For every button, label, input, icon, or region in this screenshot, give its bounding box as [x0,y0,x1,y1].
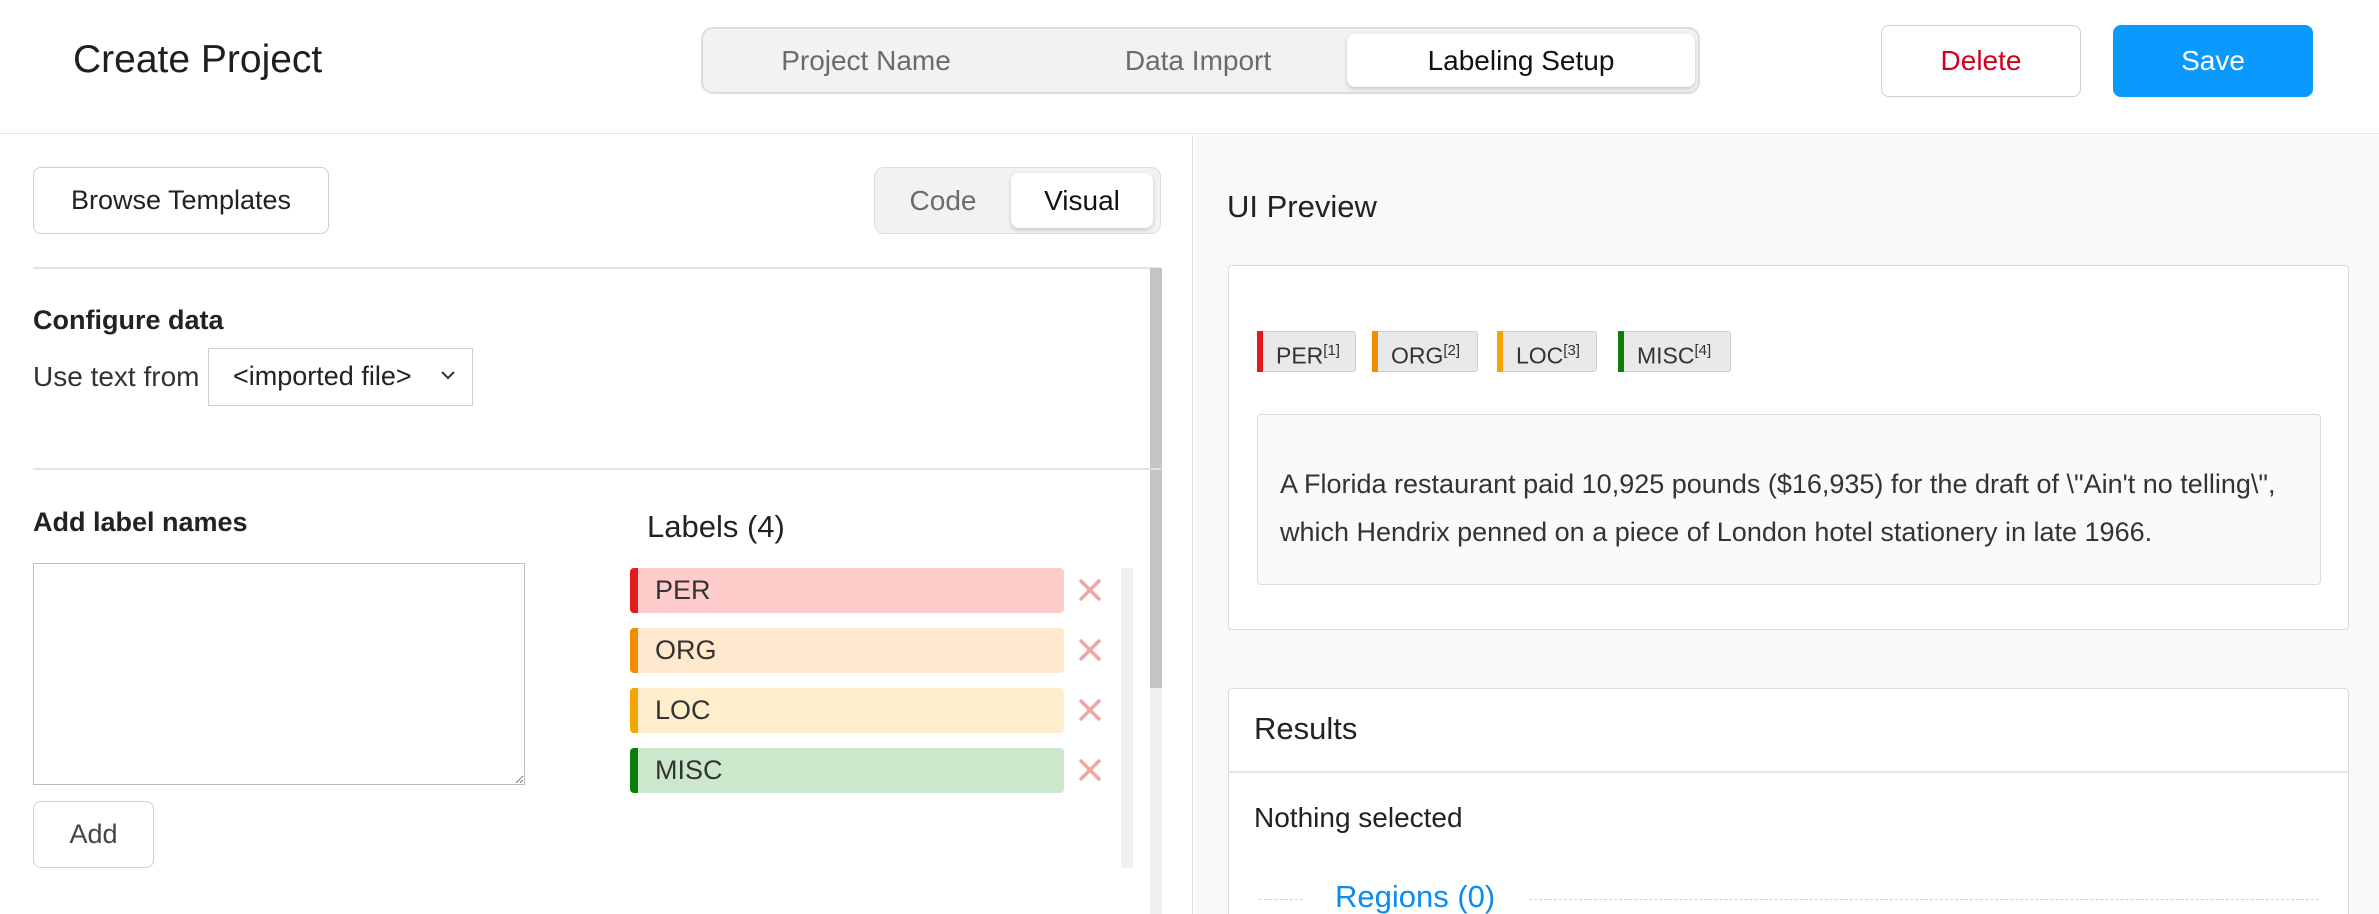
preview-tag-per[interactable]: PER[1] [1257,331,1356,372]
remove-label-icon[interactable] [1073,753,1107,787]
save-button[interactable]: Save [2113,25,2313,97]
tag-name: ORG [1391,342,1444,369]
page-title: Create Project [73,38,323,81]
mode-toggle: Code Visual [874,167,1161,234]
divider [1529,899,2319,900]
delete-button[interactable]: Delete [1881,25,2081,97]
use-text-from-label: Use text from [33,361,200,392]
nothing-selected-text: Nothing selected [1254,802,1463,833]
label-color-bar [630,748,638,793]
remove-label-icon[interactable] [1073,693,1107,727]
tab-project-name[interactable]: Project Name [711,34,1021,87]
label-name: PER [655,575,711,605]
tab-code[interactable]: Code [883,173,1003,228]
tag-name: MISC [1637,342,1695,369]
results-panel: Results Nothing selected Regions (0) [1228,688,2349,914]
preview-tag-org[interactable]: ORG[2] [1372,331,1478,372]
top-header: Create Project Project Name Data Import … [0,0,2379,134]
ui-preview-heading: UI Preview [1227,189,1377,224]
tag-hotkey: [3] [1563,342,1580,359]
label-item-org[interactable]: ORG [630,628,1064,673]
divider [33,468,1161,470]
label-color-bar [630,688,638,733]
preview-tag-misc[interactable]: MISC[4] [1618,331,1731,372]
divider [33,267,1161,269]
text-source-value: <imported file> [233,361,412,391]
tab-visual[interactable]: Visual [1011,173,1153,228]
tag-name: PER [1276,342,1324,369]
label-item-misc[interactable]: MISC [630,748,1064,793]
preview-text[interactable]: A Florida restaurant paid 10,925 pounds … [1257,414,2321,585]
tag-color-bar [1618,331,1624,372]
divider [1229,771,2348,773]
preview-panel: UI Preview PER[1] ORG[2] LOC[3] MISC[4] … [1195,135,2379,914]
labels-heading: Labels (4) [647,509,785,544]
tag-name: LOC [1516,342,1564,369]
label-name: MISC [655,755,723,785]
label-name: LOC [655,695,711,725]
configure-data-heading: Configure data [33,305,224,335]
tag-hotkey: [2] [1443,342,1461,359]
add-button[interactable]: Add [33,801,154,868]
tag-hotkey: [4] [1694,342,1712,359]
remove-label-icon[interactable] [1073,573,1107,607]
tag-color-bar [1372,331,1378,372]
tag-color-bar [1257,331,1263,372]
labels-scrollbar[interactable] [1121,568,1133,868]
regions-heading[interactable]: Regions (0) [1335,879,1495,914]
label-color-bar [630,628,638,673]
browse-templates-button[interactable]: Browse Templates [33,167,329,234]
label-color-bar [630,568,638,613]
results-heading: Results [1254,711,1358,746]
label-names-textarea[interactable] [33,563,525,785]
label-item-per[interactable]: PER [630,568,1064,613]
preview-tag-loc[interactable]: LOC[3] [1497,331,1597,372]
divider [1259,899,1303,900]
label-name: ORG [655,635,717,665]
step-tabs: Project Name Data Import Labeling Setup [701,27,1700,94]
config-panel: Browse Templates Code Visual Configure d… [0,135,1193,914]
text-source-select[interactable]: <imported file> [208,348,473,406]
chevron-down-icon [441,371,455,380]
tag-hotkey: [1] [1323,342,1340,359]
tab-data-import[interactable]: Data Import [1043,34,1353,87]
tab-labeling-setup[interactable]: Labeling Setup [1347,34,1695,87]
tag-color-bar [1497,331,1503,372]
add-label-names-heading: Add label names [33,507,248,537]
label-item-loc[interactable]: LOC [630,688,1064,733]
remove-label-icon[interactable] [1073,633,1107,667]
scrollbar-thumb[interactable] [1150,268,1162,688]
